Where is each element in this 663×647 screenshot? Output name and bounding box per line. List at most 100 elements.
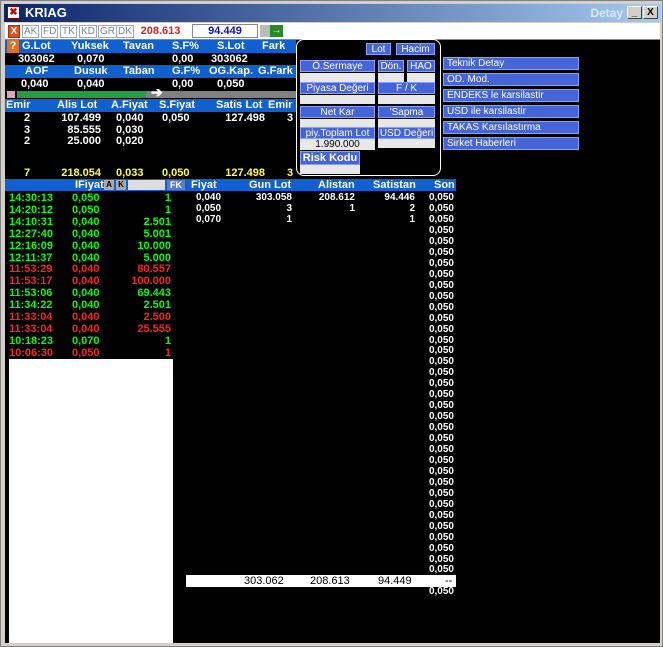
help-icon[interactable]: ?	[7, 40, 19, 53]
net-kar-button[interactable]: Net Kar	[300, 106, 375, 118]
header-ogkap: OG.Kap.	[209, 65, 254, 77]
sermaye-button[interactable]: Ö.Sermaye	[300, 60, 375, 72]
header-taban: Taban	[123, 65, 155, 77]
trades-filter-box[interactable]	[128, 180, 165, 190]
header-emir-buy: Emir	[6, 99, 31, 111]
info-popup: Lot Hacim Ö.Sermaye Dön. HAO Piyasa Değe…	[296, 39, 441, 176]
toolbar-fd-button[interactable]: FD	[41, 25, 59, 38]
menu-sirket-haberleri[interactable]: Sirket Haberleri	[443, 137, 579, 150]
hacim-button[interactable]: Hacim	[396, 43, 435, 55]
volume-cell: 2	[409, 203, 415, 214]
son-cell: 0,050	[428, 564, 454, 576]
trade-price: 0,040	[72, 215, 100, 228]
piyasa-degeri-button[interactable]: Piyasa Değeri	[300, 82, 375, 94]
depth-sell-price: 0,050	[162, 112, 190, 124]
trade-time: 11:53:17	[9, 275, 53, 288]
volume-cell: 0,050	[428, 214, 454, 225]
header-satis-lot: Satis Lot	[216, 99, 263, 111]
total-buy-orders: 7	[24, 167, 31, 179]
menu-od-mod[interactable]: OD. Mod.	[443, 73, 579, 86]
trade-price: 0,050	[72, 192, 100, 204]
trade-qty: 1	[164, 192, 171, 204]
donem-button[interactable]: Dön.	[378, 60, 404, 72]
fk-toggle-button[interactable]: FK	[167, 180, 185, 190]
header-fiyat: Fiyat	[191, 179, 217, 191]
lot-button[interactable]: Lot	[366, 43, 391, 55]
sort-a-button[interactable]: A	[104, 180, 114, 190]
depth-buy-lot: 107.499	[61, 112, 101, 124]
usd-value	[378, 139, 435, 148]
volume-totals: 303.062 208.613 94.449 --	[186, 575, 456, 587]
trade-time: 11:53:06	[9, 287, 53, 300]
trade-price: 0,050	[72, 203, 100, 216]
header-emir-sell: Emir	[268, 99, 293, 111]
depth-buy-orders: 2	[24, 112, 31, 124]
depth-buy-lot: 25.000	[67, 135, 101, 147]
app-icon: ✖	[7, 6, 20, 19]
son-cell: 0,050	[428, 268, 454, 280]
son-cell: 0,050	[428, 487, 454, 499]
header-satistan: Satistan	[373, 179, 416, 191]
son-cell: 0,050	[428, 509, 454, 521]
son-cell: 0,050	[428, 476, 454, 488]
son-cell: 0,050	[428, 301, 454, 313]
trade-time: 11:33:04	[9, 311, 53, 323]
trade-time: 12:16:09	[9, 239, 54, 252]
trade-qty: 2.500	[143, 311, 171, 323]
trade-time: 12:11:37	[9, 251, 53, 264]
donem-value	[378, 73, 404, 82]
menu-endeks[interactable]: ENDEKS le karsilastir	[443, 89, 579, 102]
header-gfark: G.Fark	[258, 65, 293, 77]
menu-takas[interactable]: TAKAS Karsılastırma	[443, 121, 579, 134]
header-sfiyat: S.Fiyat	[159, 99, 196, 111]
header-sf: S.F%	[172, 40, 199, 52]
toolbar-ak-button[interactable]: AK	[22, 25, 40, 38]
menu-teknik-detay[interactable]: Teknik Detay	[443, 57, 579, 70]
volume-cell: 208.612	[318, 192, 355, 203]
sapma-button[interactable]: 'Sapma	[378, 106, 435, 118]
total-sell-lot: 127.498	[225, 167, 265, 179]
close-button[interactable]: X	[643, 6, 658, 19]
sort-k-button[interactable]: K	[116, 180, 126, 190]
hao-button[interactable]: HAO	[407, 60, 435, 72]
menu-usd[interactable]: USD ile karsilastir	[443, 105, 579, 118]
usd-degeri-button[interactable]: USD Değeri	[378, 127, 435, 139]
title-bar[interactable]: ✖ KRIAG Detay _ X	[4, 4, 661, 22]
value-slot: 303062	[211, 53, 248, 65]
total-avg-price: 0,033	[116, 167, 144, 179]
toolbar-close-icon[interactable]: X	[8, 25, 20, 38]
trade-price: 0,040	[72, 299, 100, 312]
volume-cell: 3	[286, 203, 292, 214]
volume-cell: 1	[286, 214, 292, 225]
son-cell: 0,050	[428, 433, 454, 445]
trade-price: 0,040	[72, 239, 100, 252]
toplam-lot-button[interactable]: piy.Toplam Lot	[300, 127, 375, 139]
header-yuksek: Yuksek	[71, 40, 109, 52]
header-aof: AOF	[25, 65, 49, 77]
son-cell: 0,050	[428, 444, 454, 455]
client-area: X AK FD TK KD GR DK 208.613 94.449 → ? G…	[5, 23, 660, 643]
son-cell: 0,050	[428, 422, 454, 434]
risk-kodu-button[interactable]: Risk Kodu	[300, 151, 360, 165]
total-son: --	[445, 575, 453, 587]
toolbar-tk-button[interactable]: TK	[60, 25, 77, 38]
trades-empty-area	[9, 359, 173, 643]
volume-cell: 0,040	[196, 192, 222, 203]
trade-price: 0,040	[72, 263, 100, 276]
son-cell: 0,050	[428, 498, 454, 510]
go-arrow-icon[interactable]: →	[270, 25, 283, 37]
fk-button[interactable]: F / K	[378, 82, 435, 94]
minimize-button[interactable]: _	[627, 6, 642, 19]
trade-time: 11:53:29	[9, 263, 53, 276]
son-cell: 0,050	[428, 465, 454, 477]
son-cell: 0,050	[428, 367, 454, 379]
toolbar-gr-button[interactable]: GR	[98, 25, 117, 38]
trade-qty: 2.501	[143, 215, 171, 228]
trade-price: 0,040	[72, 311, 100, 323]
son-cell: 0,050	[428, 225, 454, 236]
header-fark: Fark	[262, 40, 286, 52]
toolbar-kd-button[interactable]: KD	[79, 25, 97, 38]
trade-time: 10:18:23	[9, 334, 54, 347]
son-cell: 0,050	[428, 553, 454, 565]
total-sell-orders: 3	[287, 167, 294, 179]
